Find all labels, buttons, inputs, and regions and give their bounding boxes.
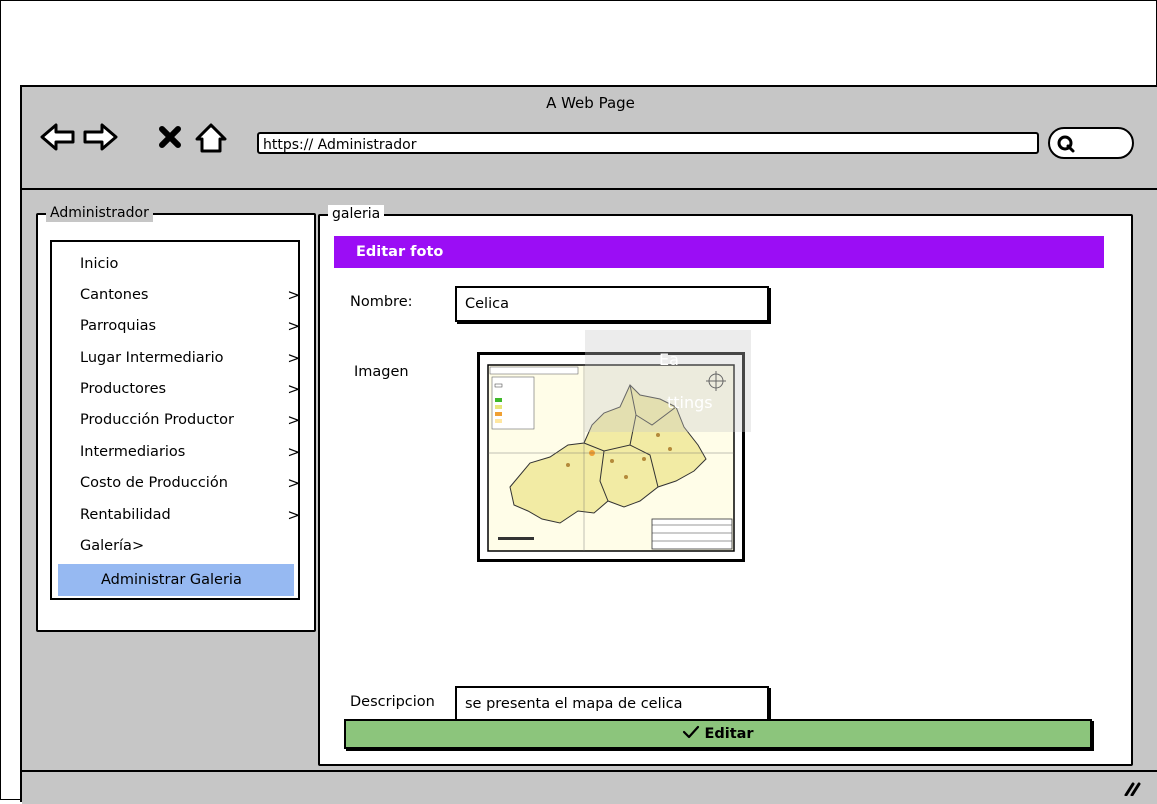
descripcion-label: Descripcion — [350, 694, 435, 710]
sidebar-item-galeria[interactable]: Galería> — [80, 534, 300, 558]
imagen-label: Imagen — [354, 364, 409, 380]
sidebar-item-label: Intermediarios — [80, 444, 186, 460]
resize-grip-icon[interactable] — [1123, 780, 1141, 796]
editar-button[interactable]: Editar — [344, 719, 1092, 749]
sidebar-item-cantones[interactable]: Cantones > — [80, 283, 300, 307]
watermark-text: ttings — [667, 393, 713, 412]
forward-arrow-icon[interactable] — [82, 122, 118, 152]
descripcion-field[interactable]: se presenta el mapa de celica — [455, 686, 769, 722]
sidebar-item-inicio[interactable]: Inicio — [80, 252, 300, 276]
sidebar-item-label: Administrar Galeria — [101, 572, 242, 588]
main-legend: galeria — [328, 205, 385, 223]
chevron-right-icon: > — [287, 380, 300, 398]
watermark-text: Ea — [659, 350, 679, 369]
url-bar[interactable]: https:// Administrador — [257, 132, 1039, 154]
sidebar-panel: Administrador Inicio Cantones > Parroqui… — [36, 204, 316, 632]
sidebar-item-label: Inicio — [80, 256, 119, 272]
search-button[interactable] — [1048, 127, 1134, 159]
sidebar-item-intermediarios[interactable]: Intermediarios > — [80, 440, 300, 464]
sidebar-item-costo-produccion[interactable]: Costo de Producción > — [80, 471, 300, 495]
sidebar-item-label: Producción Productor — [80, 412, 234, 428]
sidebar-legend: Administrador — [46, 204, 153, 222]
editar-button-label: Editar — [704, 726, 754, 742]
sidebar-item-lugar-intermediario[interactable]: Lugar Intermediario > — [80, 346, 300, 370]
chevron-right-icon: > — [287, 286, 300, 304]
chevron-right-icon: > — [287, 443, 300, 461]
sidebar-item-produccion-productor[interactable]: Producción Productor > — [80, 408, 300, 432]
close-x-icon[interactable] — [158, 125, 182, 149]
main-panel: galeria Editar foto Nombre: Celica Image… — [318, 205, 1133, 766]
status-bar — [22, 770, 1157, 804]
sidebar-item-label: Productores — [80, 381, 167, 397]
home-icon[interactable] — [194, 122, 228, 154]
chevron-right-icon: > — [287, 317, 300, 335]
sidebar-item-label: Costo de Producción — [80, 475, 228, 491]
sidebar-item-label: Rentabilidad — [80, 507, 171, 523]
sidebar-item-label: Cantones — [80, 287, 149, 303]
sidebar-item-parroquias[interactable]: Parroquias > — [80, 314, 300, 338]
sidebar-item-label: Lugar Intermediario — [80, 350, 224, 366]
sidebar-subitem-administrar-galeria[interactable]: Administrar Galeria — [58, 564, 294, 596]
browser-toolbar: A Web Page https:// Administrador — [22, 87, 1157, 190]
sidebar-item-label: Parroquias — [80, 318, 157, 334]
sidebar-item-rentabilidad[interactable]: Rentabilidad > — [80, 503, 300, 527]
check-icon — [683, 725, 700, 739]
sidebar-menu: Inicio Cantones > Parroquias > Lugar Int… — [50, 240, 300, 600]
search-icon — [1057, 135, 1075, 153]
sidebar-item-productores[interactable]: Productores > — [80, 377, 300, 401]
browser-window: A Web Page https:// Administrador Admini… — [20, 85, 1157, 804]
panel-header: Editar foto — [334, 236, 1104, 268]
chevron-right-icon: > — [287, 411, 300, 429]
watermark-overlay: Ea ttings — [585, 330, 751, 432]
sidebar-item-label: Galería> — [80, 538, 145, 554]
chevron-right-icon: > — [287, 506, 300, 524]
back-arrow-icon[interactable] — [40, 122, 76, 152]
chevron-right-icon: > — [287, 349, 300, 367]
nombre-field[interactable]: Celica — [455, 286, 769, 322]
chevron-right-icon: > — [287, 474, 300, 492]
nombre-label: Nombre: — [350, 294, 413, 310]
page-title: A Web Page — [546, 94, 635, 112]
